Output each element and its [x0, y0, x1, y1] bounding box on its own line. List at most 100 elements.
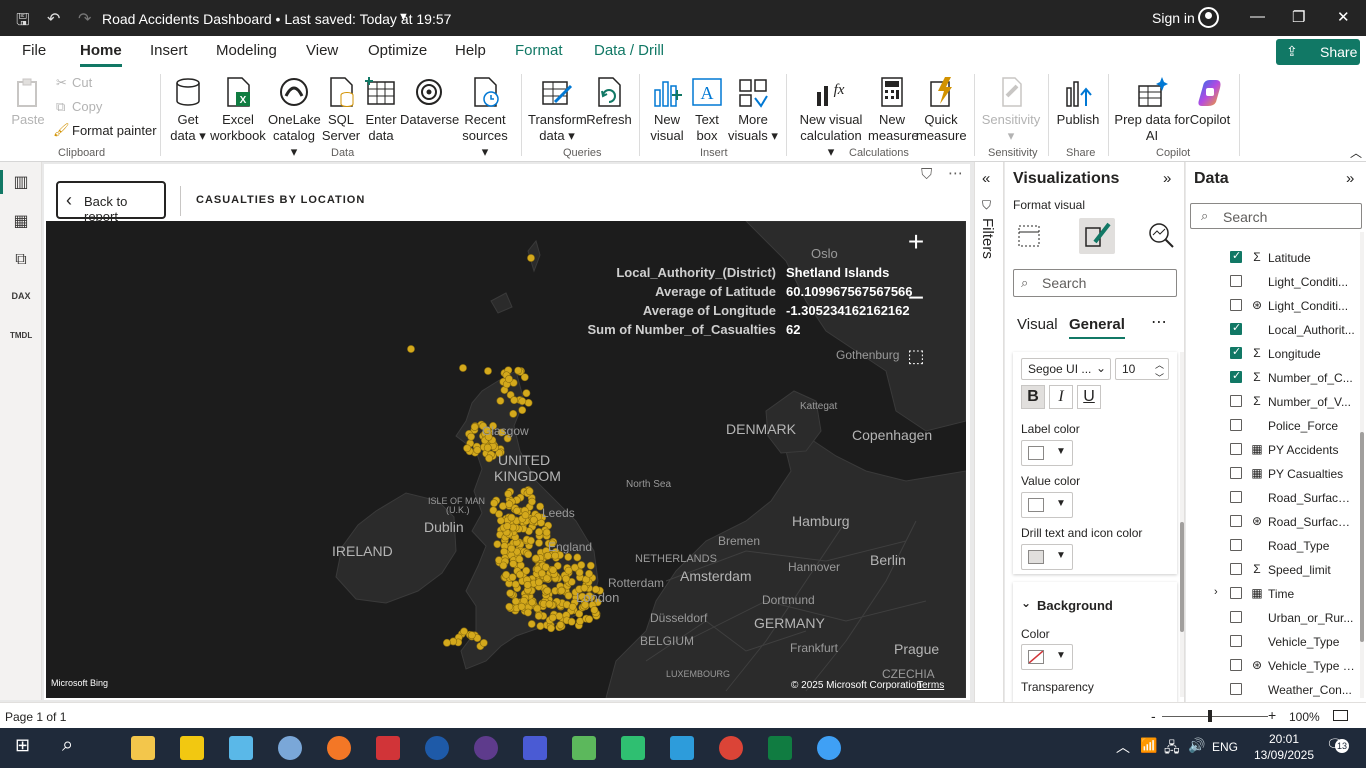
- casualty-point[interactable]: [586, 561, 595, 570]
- transform-data-button[interactable]: Transform data ▾: [528, 76, 587, 144]
- casualty-point[interactable]: [564, 591, 573, 600]
- field-item[interactable]: ⊛ Road_Surface_...: [1186, 510, 1362, 534]
- casualty-point[interactable]: [467, 432, 476, 441]
- expand-chevron-icon[interactable]: ›: [1214, 586, 1218, 598]
- casualty-point[interactable]: [493, 540, 502, 549]
- casualty-point[interactable]: [521, 511, 530, 520]
- casualty-point[interactable]: [590, 606, 599, 614]
- casualty-point[interactable]: [528, 497, 536, 506]
- chart-app-icon[interactable]: [572, 736, 596, 760]
- casualty-point[interactable]: [555, 612, 564, 621]
- new-measure-button[interactable]: New measure: [868, 76, 919, 144]
- tab-help[interactable]: Help: [455, 42, 486, 59]
- casualty-point[interactable]: [585, 569, 593, 578]
- casualty-point[interactable]: [585, 615, 594, 624]
- analytics-tab[interactable]: [1143, 218, 1179, 254]
- casualty-point[interactable]: [548, 613, 557, 622]
- map-select-icon[interactable]: ⬚: [900, 341, 932, 373]
- filters-pane-collapsed[interactable]: « ⛉ Filters: [974, 162, 1004, 702]
- tmdl-view-icon[interactable]: TMDL: [10, 331, 32, 351]
- field-item[interactable]: Vehicle_Type: [1186, 630, 1362, 654]
- casualty-point[interactable]: [527, 254, 535, 262]
- casualty-point[interactable]: [509, 409, 518, 418]
- casualty-point[interactable]: [495, 510, 503, 518]
- field-item[interactable]: Weather_Con...: [1186, 678, 1362, 700]
- r-icon[interactable]: [278, 736, 302, 760]
- network-icon[interactable]: 🖧: [1164, 737, 1180, 761]
- close-icon[interactable]: ✕: [1337, 8, 1350, 26]
- casualty-point[interactable]: [562, 574, 570, 583]
- tab-visual[interactable]: Visual: [1017, 316, 1058, 333]
- field-item[interactable]: Light_Conditi...: [1186, 270, 1362, 294]
- casualty-point[interactable]: [505, 375, 513, 383]
- volume-icon[interactable]: 🔊: [1188, 737, 1205, 754]
- casualty-point[interactable]: [534, 578, 543, 587]
- dax-query-view-icon[interactable]: DAX: [10, 291, 32, 311]
- casualty-point[interactable]: [534, 612, 543, 620]
- redo-icon[interactable]: ↷: [78, 9, 91, 29]
- map-visual[interactable]: Oslo Gothenburg Kattegat DENMARK Copenha…: [46, 221, 966, 698]
- avatar-icon[interactable]: [1198, 7, 1219, 28]
- collapse-visualizations-icon[interactable]: »: [1163, 170, 1171, 187]
- tab-file[interactable]: File: [22, 42, 46, 59]
- casualty-point[interactable]: [564, 566, 573, 575]
- data-search-input[interactable]: ⌕ Search: [1190, 203, 1362, 229]
- casualty-point[interactable]: [517, 602, 526, 611]
- casualty-point[interactable]: [524, 608, 532, 617]
- zoom-in-button[interactable]: +: [900, 227, 932, 259]
- casualty-point[interactable]: [556, 621, 565, 629]
- field-item[interactable]: Σ Speed_limit: [1186, 558, 1362, 582]
- excel-taskbar-icon[interactable]: [768, 736, 792, 760]
- casualty-point[interactable]: [459, 364, 467, 372]
- label-color-picker[interactable]: ▼: [1021, 440, 1073, 466]
- casualty-point[interactable]: [483, 443, 492, 452]
- casualty-point[interactable]: [484, 367, 492, 375]
- scrollbar-thumb[interactable]: [1360, 432, 1364, 642]
- dataverse-button[interactable]: Dataverse: [400, 76, 459, 128]
- onelake-catalog-button[interactable]: OneLake catalog ▾: [268, 76, 321, 160]
- field-item[interactable]: Road_Type: [1186, 534, 1362, 558]
- field-checkbox[interactable]: [1230, 659, 1242, 671]
- tab-view[interactable]: View: [306, 42, 338, 59]
- bold-toggle[interactable]: B: [1021, 385, 1045, 409]
- sensitivity-button[interactable]: Sensitivity ▾: [980, 76, 1042, 144]
- background-section-title[interactable]: Background: [1037, 598, 1113, 613]
- casualty-point[interactable]: [533, 604, 542, 613]
- casualty-point[interactable]: [504, 490, 513, 498]
- casualty-point[interactable]: [557, 586, 566, 595]
- drill-color-picker[interactable]: ▼: [1021, 544, 1073, 570]
- casualty-point[interactable]: [449, 637, 458, 646]
- zoom-slider-handle[interactable]: [1208, 710, 1212, 722]
- undo-icon[interactable]: ↶: [47, 9, 60, 29]
- casualty-point[interactable]: [502, 570, 511, 579]
- casualty-point[interactable]: [467, 631, 476, 640]
- field-checkbox[interactable]: [1230, 635, 1242, 647]
- casualty-point[interactable]: [545, 600, 554, 609]
- table-view-icon[interactable]: ▦: [10, 211, 32, 231]
- field-checkbox[interactable]: [1230, 611, 1242, 623]
- value-color-picker[interactable]: ▼: [1021, 492, 1073, 518]
- italic-toggle[interactable]: I: [1049, 385, 1073, 409]
- file-explorer-icon[interactable]: [131, 736, 155, 760]
- field-checkbox[interactable]: [1230, 539, 1242, 551]
- field-checkbox[interactable]: [1230, 249, 1242, 263]
- field-checkbox[interactable]: [1230, 369, 1242, 383]
- cut-button[interactable]: Cut: [72, 75, 92, 90]
- tab-modeling[interactable]: Modeling: [216, 42, 277, 59]
- field-checkbox[interactable]: [1230, 345, 1242, 359]
- format-visual-tab[interactable]: [1079, 218, 1115, 254]
- casualty-point[interactable]: [538, 569, 546, 578]
- save-icon[interactable]: 🖫: [16, 9, 30, 36]
- field-checkbox[interactable]: [1230, 275, 1242, 287]
- casualty-point[interactable]: [499, 502, 507, 510]
- casualty-point[interactable]: [522, 389, 531, 398]
- more-visuals-button[interactable]: More visuals ▾: [728, 76, 778, 144]
- field-checkbox[interactable]: [1230, 299, 1242, 311]
- field-checkbox[interactable]: [1230, 491, 1242, 503]
- visual-studio-icon[interactable]: [425, 736, 449, 760]
- casualty-point[interactable]: [485, 454, 493, 463]
- casualty-point[interactable]: [463, 444, 471, 453]
- casualty-point[interactable]: [511, 597, 520, 606]
- filter-icon[interactable]: ⛉: [921, 166, 932, 183]
- casualty-point[interactable]: [503, 522, 512, 531]
